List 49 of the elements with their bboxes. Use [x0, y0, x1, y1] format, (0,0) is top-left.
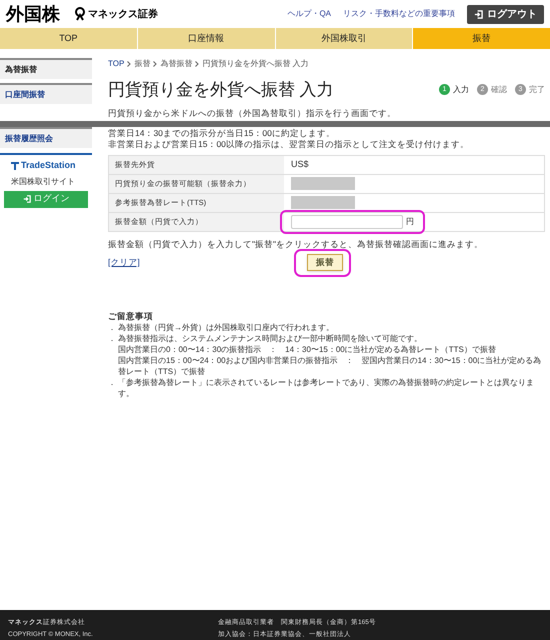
form-value: US$	[291, 158, 309, 171]
nav-tab[interactable]: 外国株取引	[274, 28, 412, 49]
breadcrumb-link[interactable]: 振替	[134, 58, 150, 70]
tradestation-logo: TradeStation	[21, 159, 76, 172]
hint-text: 振替金額（円貨で入力）を入力して"振替"をクリックすると、為替振替確認画面に進みます。	[108, 238, 484, 250]
login-icon	[22, 195, 30, 203]
bullet-mark: ．	[108, 323, 116, 332]
unit-label: 円	[406, 216, 414, 228]
bullet-mark: ．	[108, 378, 116, 388]
intro-text: 円貨預り金から米ドルへの振替（外国為替取引）指示を行う画面です。	[108, 108, 397, 118]
notes-title: ご留意事項	[108, 311, 154, 322]
amount-field[interactable]	[291, 214, 403, 228]
sidebar-item[interactable]: 振替履歴照会	[0, 127, 92, 148]
step-label: 入力	[453, 84, 469, 96]
nav-tab[interactable]: TOP	[0, 28, 137, 49]
sidebar-item[interactable]: 口座間振替	[0, 83, 92, 104]
step-label: 確認	[491, 84, 507, 96]
note-text: 「参考振替為替レート」に表示されているレートは参考レートであり、実際の為替振替時の約定レートとは異なります。	[118, 377, 535, 400]
note-text: 為替振替指示は、システムメンテナンス時間および一部中断時間を除いて可能です。	[118, 333, 422, 344]
bullet-mark: ．	[108, 334, 116, 344]
intro-text: 非営業日および営業日15：00以降の指示は、翌営業日の指示として注文を受け付けます。	[108, 138, 470, 150]
step-label: 完了	[529, 84, 545, 96]
site-title: 外国株	[6, 2, 60, 26]
sidebar-item[interactable]: 為替振替	[0, 58, 92, 79]
page-title: 円貨預り金を外貨へ振替 入力	[108, 79, 334, 101]
note-text: 国内営業日の0：00〜14：30の振替指示 ： 14：30〜15：00に当社が定める為替レート（TTS）で振替	[118, 344, 496, 356]
chevron-icon	[127, 61, 132, 67]
clear-link[interactable]: [クリア]	[108, 256, 140, 269]
breadcrumb-link[interactable]: 為替振替	[160, 58, 192, 70]
tradestation-caption: 米国株取引サイト	[10, 176, 76, 188]
masked-value	[291, 196, 355, 209]
brand-name: マネックス証券	[88, 8, 158, 22]
header-link[interactable]: ヘルプ・QA	[287, 8, 331, 20]
header-link[interactable]: リスク・手数料などの重要事項	[343, 8, 455, 20]
nav-tab[interactable]: 口座情報	[136, 28, 274, 49]
nav-tab[interactable]: 振替	[412, 28, 550, 49]
submit-button[interactable]: 振替	[307, 254, 343, 272]
intro-text: 営業日14：30までの指示分が当日15：00に約定します。	[108, 128, 336, 138]
chevron-icon	[195, 61, 200, 67]
tradestation-logo-icon	[11, 162, 19, 170]
logout-icon	[474, 10, 483, 18]
breadcrumb-link[interactable]: TOP	[108, 58, 124, 70]
current-page-label: 円貨預り金を外貨へ振替 入力	[202, 58, 309, 70]
logout-button[interactable]: ログアウト	[467, 4, 544, 24]
note-text: 為替振替（円貨→外貨）は外国株取引口座内で行われます。	[118, 322, 334, 334]
chevron-icon	[153, 61, 158, 67]
logo-icon	[74, 7, 86, 21]
note-text: 国内営業日の15：00〜24：00および国内非営業日の振替指示 ： 翌国内営業日の14：30〜15：00に当社が定める為替レート（TTS）で振替	[118, 355, 542, 378]
masked-value	[291, 177, 355, 190]
